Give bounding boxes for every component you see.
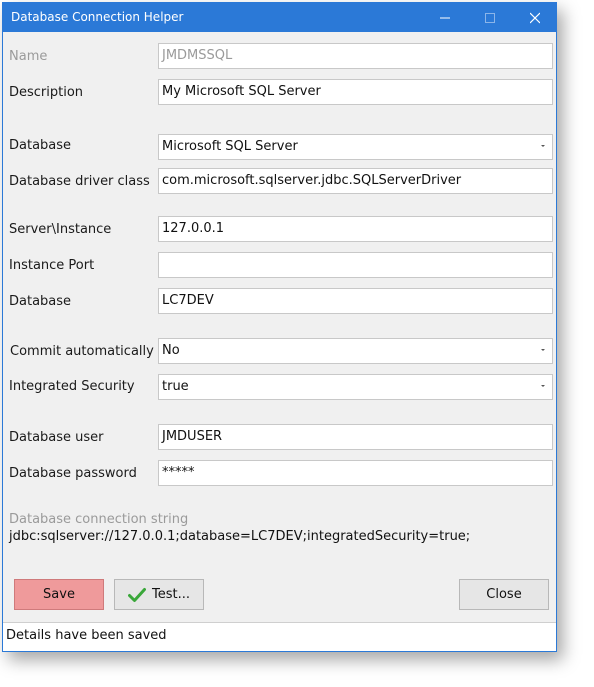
connection-string-caption: Database connection string (9, 512, 189, 527)
instance-port-label: Instance Port (9, 258, 95, 273)
checkmark-icon (128, 587, 146, 602)
database-type-label: Database (9, 138, 72, 153)
chevron-down-icon (541, 349, 545, 351)
description-label: Description (9, 85, 84, 100)
maximize-icon (485, 13, 495, 23)
database-name-label: Database (9, 294, 72, 309)
save-button-label: Save (43, 587, 75, 602)
database-name-field[interactable]: LC7DEV (158, 288, 553, 314)
window-title: Database Connection Helper (11, 10, 184, 24)
db-password-label: Database password (9, 466, 137, 481)
test-button[interactable]: Test... (114, 579, 204, 610)
minimize-icon (440, 17, 450, 19)
database-type-select[interactable]: Microsoft SQL Server (158, 134, 553, 160)
minimize-button[interactable] (423, 3, 467, 32)
status-message: Details have been saved (6, 628, 167, 643)
integrated-security-select[interactable]: true (158, 374, 553, 400)
name-label: Name (9, 49, 48, 64)
chevron-down-icon (541, 145, 545, 147)
name-field: JMDMSSQL (158, 43, 553, 69)
server-instance-label: Server\Instance (9, 222, 112, 237)
server-instance-field[interactable]: 127.0.0.1 (158, 216, 553, 242)
dialog-window: Database Connection Helper Name JMDMSSQL… (2, 2, 557, 652)
save-button[interactable]: Save (14, 579, 104, 610)
close-window-button[interactable] (513, 3, 556, 32)
description-field[interactable]: My Microsoft SQL Server (158, 79, 553, 105)
database-type-value: Microsoft SQL Server (162, 139, 298, 154)
close-button[interactable]: Close (459, 579, 549, 610)
instance-port-field[interactable] (158, 252, 553, 278)
close-icon (530, 12, 540, 24)
commit-auto-value: No (162, 343, 180, 358)
maximize-button (468, 3, 512, 32)
test-button-label: Test... (152, 587, 190, 602)
chevron-down-icon (541, 385, 545, 387)
db-user-label: Database user (9, 430, 104, 445)
close-button-label: Close (486, 587, 522, 602)
commit-auto-select[interactable]: No (158, 338, 553, 364)
db-password-field[interactable]: ***** (158, 460, 553, 486)
integrated-security-label: Integrated Security (9, 379, 135, 394)
integrated-security-value: true (162, 379, 189, 394)
status-bar: Details have been saved (3, 622, 556, 651)
db-user-field[interactable]: JMDUSER (158, 424, 553, 450)
commit-auto-label: Commit automatically (10, 344, 154, 359)
driver-class-label: Database driver class (9, 174, 150, 189)
connection-string-value: jdbc:sqlserver://127.0.0.1;database=LC7D… (9, 529, 471, 544)
driver-class-field[interactable]: com.microsoft.sqlserver.jdbc.SQLServerDr… (158, 168, 553, 194)
title-bar[interactable]: Database Connection Helper (3, 3, 556, 32)
